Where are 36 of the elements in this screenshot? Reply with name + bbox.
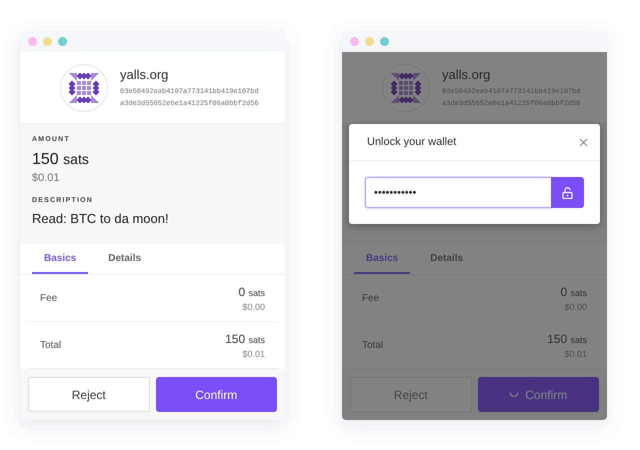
- unlock-button[interactable]: [551, 177, 584, 208]
- maximize-icon[interactable]: [380, 36, 389, 46]
- dialog-title: Unlock your wallet: [367, 136, 456, 148]
- tab[interactable]: Basics: [32, 244, 88, 274]
- minimize-icon[interactable]: [365, 36, 374, 46]
- description-text: Read: BTC to da moon!: [32, 211, 170, 226]
- spinner-icon: [509, 392, 520, 397]
- confirm-button[interactable]: Confirm: [478, 377, 599, 412]
- tab[interactable]: Details: [418, 244, 476, 274]
- sats-value: 150 sats: [547, 332, 587, 346]
- password-field[interactable]: •••••••••••: [365, 177, 551, 208]
- sats-value: 0 sats: [560, 284, 587, 298]
- row-label: Total: [362, 340, 384, 350]
- close-icon[interactable]: [350, 36, 359, 46]
- identicon-drawing: [69, 72, 99, 102]
- amount-value: 150 sats: [32, 151, 90, 169]
- fiat-value: $0.00: [242, 302, 265, 312]
- row-label: Fee: [362, 292, 380, 304]
- reject-button[interactable]: Reject: [28, 377, 150, 412]
- site-name: yalls.org: [120, 67, 170, 82]
- close-icon[interactable]: [579, 138, 588, 146]
- maximize-icon[interactable]: [58, 36, 67, 46]
- tab[interactable]: Basics: [354, 244, 410, 274]
- minimize-icon[interactable]: [43, 36, 52, 46]
- unlock-icon: [562, 186, 573, 198]
- site-name: yalls.org: [442, 67, 492, 82]
- confirm-button[interactable]: Confirm: [156, 377, 277, 412]
- identicon-drawing: [391, 72, 421, 102]
- row-label: Total: [40, 340, 62, 350]
- sats-value: 150 sats: [225, 332, 265, 346]
- close-icon[interactable]: [28, 36, 37, 46]
- row-label: Fee: [40, 292, 58, 304]
- sats-value: 0 sats: [238, 284, 265, 298]
- fiat-value: $0.01: [32, 172, 61, 184]
- fiat-value: $0.01: [242, 348, 265, 358]
- tab[interactable]: Details: [96, 244, 154, 274]
